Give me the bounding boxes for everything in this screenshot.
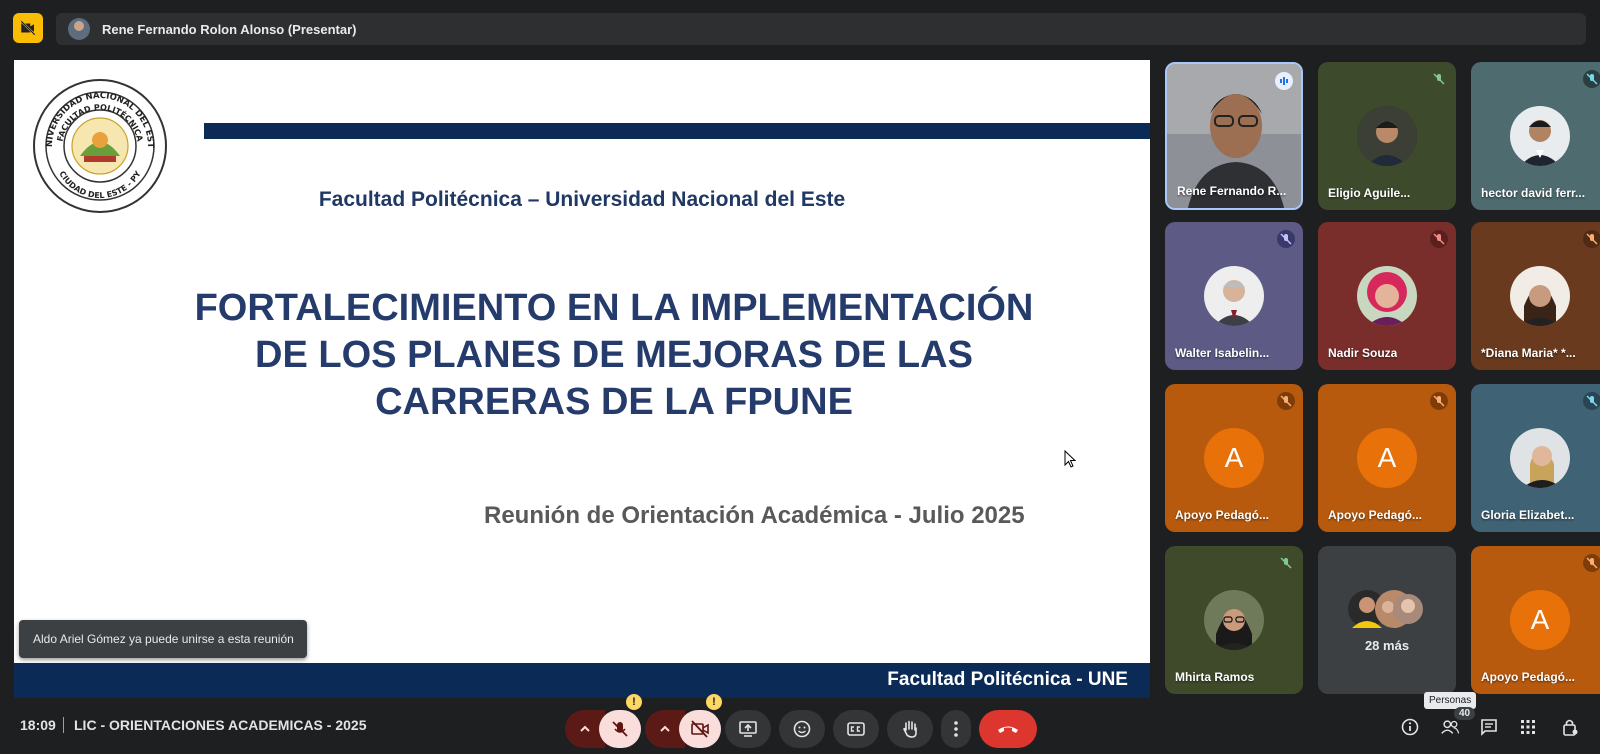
presentation-slide: UNIVERSIDAD NACIONAL DEL ESTE FACULTAD P… — [14, 60, 1150, 698]
slide-subtitle: Facultad Politécnica – Universidad Nacio… — [318, 188, 846, 211]
slide-title-line: DE LOS PLANES DE MEJORAS DE LAS — [255, 334, 973, 376]
camera-toggle-button[interactable] — [679, 710, 721, 748]
participant-name: Eligio Aguile... — [1328, 186, 1411, 200]
participant-avatar — [1204, 590, 1264, 650]
camera-warning-icon: ! — [706, 694, 722, 710]
hand-icon — [903, 720, 917, 738]
muted-mic-icon — [1277, 554, 1295, 572]
muted-mic-icon — [1583, 70, 1600, 88]
participant-tile[interactable]: Mhirta Ramos — [1165, 546, 1303, 694]
more-participants-label: 28 más — [1364, 638, 1410, 653]
participant-avatar — [1357, 106, 1417, 166]
more-options-button[interactable] — [941, 710, 971, 748]
participant-avatar — [1510, 428, 1570, 488]
participant-name: Rene Fernando R... — [1177, 184, 1287, 198]
more-participants-tile[interactable]: 28 más — [1318, 546, 1456, 694]
reactions-button[interactable] — [779, 710, 825, 748]
muted-mic-icon — [1277, 392, 1295, 410]
participant-tile[interactable]: A Apoyo Pedagó... — [1318, 384, 1456, 532]
mic-off-icon — [612, 721, 628, 737]
slide-top-rule — [204, 123, 1150, 139]
chevron-up-icon — [660, 725, 670, 732]
more-vert-icon — [954, 721, 958, 737]
muted-mic-icon — [1430, 70, 1448, 88]
participant-tile[interactable]: hector david ferr... — [1471, 62, 1600, 210]
control-bar: 18:09 LIC - ORIENTACIONES ACADEMICAS - 2… — [0, 694, 1600, 754]
info-icon — [1401, 718, 1419, 736]
chevron-up-icon — [580, 725, 590, 732]
muted-mic-icon — [1430, 392, 1448, 410]
captions-icon — [847, 722, 865, 736]
raise-hand-button[interactable] — [887, 710, 933, 748]
participant-avatar — [1510, 106, 1570, 166]
emoji-icon — [793, 720, 811, 738]
join-notification: Aldo Ariel Gómez ya puede unirse a esta … — [19, 620, 307, 658]
presenter-pill[interactable]: Rene Fernando Rolon Alonso (Presentar) — [56, 13, 1586, 45]
participant-name: Apoyo Pedagó... — [1175, 508, 1270, 522]
chat-icon — [1481, 719, 1497, 736]
participant-name: Apoyo Pedagó... — [1328, 508, 1423, 522]
leave-call-button[interactable] — [979, 710, 1037, 748]
participant-avatar — [1204, 266, 1264, 326]
captions-button[interactable] — [833, 710, 879, 748]
people-button[interactable] — [1440, 717, 1460, 737]
presenter-label: Rene Fernando Rolon Alonso (Presentar) — [102, 21, 357, 37]
mic-warning-icon: ! — [626, 694, 642, 710]
muted-mic-icon — [1583, 392, 1600, 410]
muted-mic-icon — [1277, 230, 1295, 248]
participant-avatar — [1510, 266, 1570, 326]
activities-button[interactable] — [1518, 717, 1538, 737]
participant-name: Walter Isabelin... — [1175, 346, 1270, 360]
participant-tile[interactable]: Walter Isabelin... — [1165, 222, 1303, 370]
lock-person-icon — [1563, 719, 1578, 736]
participant-initial-avatar: A — [1204, 428, 1264, 488]
divider — [63, 717, 64, 733]
meeting-name: LIC - ORIENTACIONES ACADEMICAS - 2025 — [74, 717, 367, 733]
mouse-cursor-icon — [1064, 450, 1076, 468]
slide-title: FORTALECIMIENTO EN LA IMPLEMENTACIÓN DE … — [134, 285, 1094, 426]
participant-tile[interactable]: A Apoyo Pedagó... — [1165, 384, 1303, 532]
top-bar: Rene Fernando Rolon Alonso (Presentar) — [0, 0, 1600, 58]
present-screen-icon — [739, 721, 757, 737]
present-screen-button[interactable] — [725, 710, 771, 748]
muted-mic-icon — [1430, 230, 1448, 248]
slide-title-line: CARRERAS DE LA FPUNE — [375, 381, 853, 423]
participant-initial-avatar: A — [1510, 590, 1570, 650]
participant-name: hector david ferr... — [1481, 186, 1586, 200]
participant-name: Apoyo Pedagó... — [1481, 670, 1576, 684]
meeting-info-button[interactable] — [1400, 717, 1420, 737]
slide-title-line: FORTALECIMIENTO EN LA IMPLEMENTACIÓN — [194, 287, 1034, 329]
speaking-indicator-icon — [1275, 72, 1293, 90]
slide-footer-bar: Facultad Politécnica - UNE — [14, 663, 1150, 698]
participant-name: Gloria Elizabet... — [1481, 508, 1575, 522]
slide-footer-text: Facultad Politécnica - UNE — [887, 669, 1128, 690]
people-icon — [1441, 720, 1460, 734]
participant-tile[interactable]: A Apoyo Pedagó... — [1471, 546, 1600, 694]
participant-name: *Diana Maria* *... — [1481, 346, 1576, 360]
camera-off-icon — [691, 720, 709, 738]
camera-off-icon[interactable] — [13, 13, 43, 43]
participant-tile[interactable]: Eligio Aguile... — [1318, 62, 1456, 210]
participant-tile[interactable]: *Diana Maria* *... — [1471, 222, 1600, 370]
more-participants-avatars — [1346, 588, 1426, 630]
slide-meeting-caption: Reunión de Orientación Académica - Julio… — [484, 502, 1025, 529]
mic-toggle-button[interactable] — [599, 710, 641, 748]
clock: 18:09 — [20, 717, 56, 733]
participant-name: Nadir Souza — [1328, 346, 1398, 360]
participant-name: Mhirta Ramos — [1175, 670, 1255, 684]
chat-button[interactable] — [1479, 717, 1499, 737]
presenter-avatar — [68, 18, 90, 40]
join-notification-text: Aldo Ariel Gómez ya puede unirse a esta … — [33, 632, 294, 646]
people-count-badge: 40 — [1454, 707, 1476, 720]
participant-tile[interactable]: Gloria Elizabet... — [1471, 384, 1600, 532]
host-controls-button[interactable] — [1560, 717, 1580, 737]
participant-tile[interactable]: Rene Fernando R... — [1165, 62, 1303, 210]
participant-initial-avatar: A — [1357, 428, 1417, 488]
muted-mic-icon — [1583, 230, 1600, 248]
participant-avatar — [1357, 266, 1417, 326]
participant-tile[interactable]: Nadir Souza — [1318, 222, 1456, 370]
hang-up-icon — [998, 726, 1018, 733]
apps-grid-icon — [1521, 720, 1535, 734]
muted-mic-icon — [1583, 554, 1600, 572]
